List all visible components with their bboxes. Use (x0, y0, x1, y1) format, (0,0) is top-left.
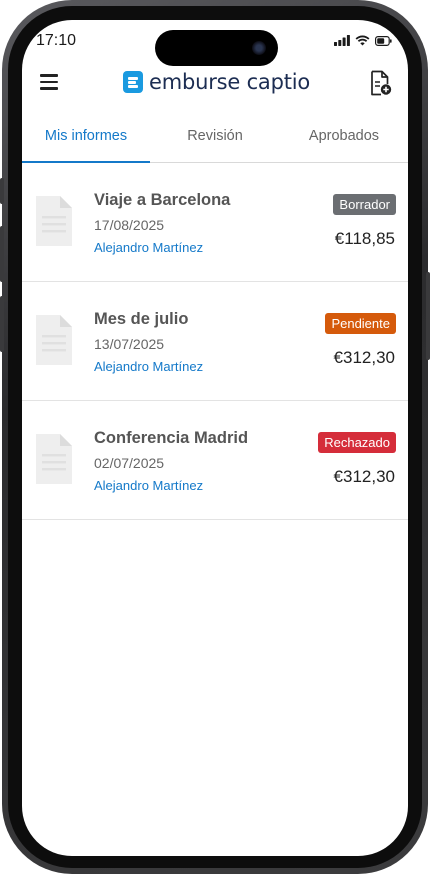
document-icon (36, 196, 72, 246)
status-badge: Pendiente (325, 313, 396, 334)
tab-mis-informes[interactable]: Mis informes (22, 116, 150, 163)
brand-logo: emburse captio (123, 70, 310, 94)
volume-up-button (0, 226, 4, 282)
report-title: Viaje a Barcelona (94, 191, 231, 209)
list-item[interactable]: Mes de julio 13/07/2025 Alejandro Martín… (22, 282, 408, 401)
report-amount: €312,30 (333, 467, 395, 486)
camera-icon (252, 41, 266, 55)
status-badge: Borrador (333, 194, 396, 215)
menu-button[interactable] (40, 74, 60, 94)
list-item[interactable]: Conferencia Madrid 02/07/2025 Alejandro … (22, 401, 408, 520)
wifi-icon (355, 35, 370, 46)
status-badge: Rechazado (318, 432, 396, 453)
brand-name: emburse captio (149, 70, 311, 94)
report-list: Viaje a Barcelona 17/08/2025 Alejandro M… (22, 163, 408, 520)
document-icon (36, 315, 72, 365)
hamburger-menu-icon (40, 74, 58, 77)
status-time: 17:10 (36, 32, 77, 49)
list-item[interactable]: Viaje a Barcelona 17/08/2025 Alejandro M… (22, 163, 408, 282)
report-owner: Alejandro Martínez (94, 359, 204, 374)
report-date: 17/08/2025 (94, 217, 165, 233)
power-button (426, 272, 430, 360)
document-icon (36, 434, 72, 484)
report-title: Conferencia Madrid (94, 429, 249, 447)
hamburger-line (40, 80, 58, 84)
tab-aprobados[interactable]: Aprobados (280, 116, 408, 162)
app-screen: 17:10 emburse captio Mis informes Revisi… (22, 20, 408, 856)
emburse-logo-icon (123, 71, 143, 93)
report-date: 13/07/2025 (94, 336, 165, 352)
battery-icon (375, 35, 392, 46)
volume-down-button (0, 296, 4, 352)
report-title: Mes de julio (94, 310, 189, 328)
dynamic-island (155, 30, 278, 66)
hamburger-line (40, 87, 58, 90)
cellular-signal-icon (334, 35, 350, 46)
report-date: 02/07/2025 (94, 455, 165, 471)
report-amount: €118,85 (334, 229, 395, 248)
phone-frame: 17:10 emburse captio Mis informes Revisi… (0, 0, 430, 874)
report-owner: Alejandro Martínez (94, 478, 204, 493)
action-button (0, 178, 4, 204)
report-amount: €312,30 (333, 348, 395, 367)
add-document-icon[interactable] (370, 70, 392, 96)
status-icons (334, 35, 392, 46)
app-header: emburse captio (22, 64, 408, 104)
report-tabs: Mis informes Revisión Aprobados (22, 116, 408, 163)
report-owner: Alejandro Martínez (94, 240, 204, 255)
tab-revision[interactable]: Revisión (150, 116, 280, 162)
